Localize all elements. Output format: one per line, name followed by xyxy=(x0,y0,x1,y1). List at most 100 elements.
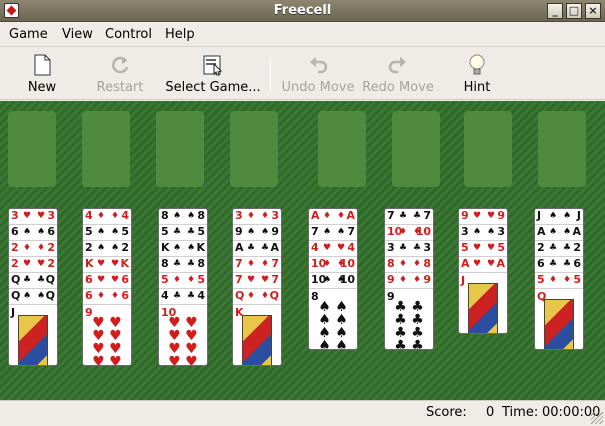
card-stacked[interactable]: 9 ♠ ♠ 9 xyxy=(233,225,281,241)
suit-icon: ♥ xyxy=(487,211,496,221)
card-top[interactable]: 9♥ ♥ ♥ ♥ ♥ ♥ ♥ ♥ 9 xyxy=(83,305,131,365)
card-top[interactable]: KK xyxy=(233,305,281,365)
card-stacked[interactable]: 5 ♥ ♥ 5 xyxy=(459,241,507,257)
card-stacked[interactable]: 3 ♥ ♥ 3 xyxy=(9,209,57,225)
maximize-button[interactable]: □ xyxy=(566,3,582,19)
card-stacked[interactable]: 7 ♦ ♦ 7 xyxy=(233,257,281,273)
hint-button[interactable]: Hint xyxy=(458,47,496,99)
card-rank-right: 5 xyxy=(573,273,581,286)
free-cell-1[interactable] xyxy=(8,111,56,187)
card-rank: Q xyxy=(11,273,21,286)
card-top[interactable]: 8♠ ♠ ♠ ♠ ♠ ♠ ♠ ♠ 8 xyxy=(309,289,357,349)
tableau-column-5[interactable]: A ♦ ♦ A 7 ♠ ♠ 7 4 ♥ ♥ 4 10 ♦ ♦ 10 10 ♠ ♠ 10 8 ♠ ♠ ♠ ♠ ♠ ♠ ♠ ♠… xyxy=(308,208,358,350)
card-stacked[interactable]: 6 ♥ ♥ 6 xyxy=(83,273,131,289)
card-top[interactable]: 9♣ ♣ ♣ ♣ ♣ ♣ ♣ ♣ 9 xyxy=(385,289,433,349)
card-stacked[interactable]: 2 ♣ ♣ 2 xyxy=(535,241,583,257)
card-stacked[interactable]: 3 ♠ ♠ 3 xyxy=(459,225,507,241)
card-stacked[interactable]: 8 ♠ ♠ 8 xyxy=(159,209,207,225)
card-stacked[interactable]: 5 ♦ ♦ 5 xyxy=(159,273,207,289)
new-button[interactable]: New xyxy=(20,47,64,99)
resize-grip[interactable] xyxy=(591,412,603,424)
card-top[interactable]: 10♥ ♥ ♥ ♥ ♥ ♥ ♥ ♥ 10 xyxy=(159,305,207,365)
card-stacked[interactable]: 5 ♠ ♠ 5 xyxy=(83,225,131,241)
suit-icon: ♦ xyxy=(247,211,256,221)
card-stacked[interactable]: 7 ♣ ♣ 7 xyxy=(385,209,433,225)
card-stacked[interactable]: 3 ♣ ♣ 3 xyxy=(385,241,433,257)
tableau-column-1[interactable]: 3♥♥36♠♠62♦♦22♥♥2Q♣♣QQ♠♠QJJ xyxy=(8,208,58,366)
card-stacked[interactable]: J ♠ ♠ J xyxy=(535,209,583,225)
free-cell-2[interactable] xyxy=(82,111,130,187)
card-stacked[interactable]: 2 ♠ ♠ 2 xyxy=(83,241,131,257)
card-rank-right: 4 xyxy=(197,289,205,302)
undo-move-button[interactable]: Undo Move xyxy=(280,47,356,99)
card-stacked[interactable]: 10 ♦ ♦ 10 xyxy=(309,257,357,273)
foundation-3[interactable] xyxy=(464,111,512,187)
card-top[interactable]: JJ xyxy=(9,305,57,365)
suit-icon: ♥ xyxy=(487,243,496,253)
card-stacked[interactable]: A ♣ ♣ A xyxy=(233,241,281,257)
suit-icon: ♥ xyxy=(97,259,106,269)
minimize-button[interactable]: _ xyxy=(547,3,563,19)
card-stacked[interactable]: 2 ♦ ♦ 2 xyxy=(9,241,57,257)
close-button[interactable]: × xyxy=(585,3,601,19)
tableau-column-2[interactable]: 4 ♦ ♦ 4 5 ♠ ♠ 5 2 ♠ ♠ 2 K ♥ ♥ K 6 ♥ ♥ 6 6 ♦ ♦ 6 9 ♥ ♥ ♥ ♥ ♥ ♥ ♥ ♥… xyxy=(82,208,132,366)
card-stacked[interactable]: 7 ♥ ♥ 7 xyxy=(233,273,281,289)
card-top[interactable]: JJ xyxy=(459,273,507,333)
suit-icon: ♥ xyxy=(23,211,32,221)
card-stacked[interactable]: Q ♣ ♣ Q xyxy=(9,273,57,289)
menu-help[interactable]: Help xyxy=(165,27,195,42)
redo-icon xyxy=(386,53,410,77)
card-stacked[interactable]: 10 ♠ ♠ 10 xyxy=(309,273,357,289)
card-stacked[interactable]: 2 ♥ ♥ 2 xyxy=(9,257,57,273)
card-stacked[interactable]: 7 ♠ ♠ 7 xyxy=(309,225,357,241)
card-stacked[interactable]: K ♠ ♠ K xyxy=(159,241,207,257)
card-stacked[interactable]: 6 ♦ ♦ 6 xyxy=(83,289,131,305)
card-rank-right: 7 xyxy=(347,225,355,238)
menu-control[interactable]: Control xyxy=(105,27,152,42)
card-stacked[interactable]: 10 ♦ ♦ 10 xyxy=(385,225,433,241)
redo-move-button[interactable]: Redo Move xyxy=(362,47,434,99)
card-stacked[interactable]: 6 ♠ ♠ 6 xyxy=(9,225,57,241)
suit-icon: ♣ xyxy=(173,291,182,301)
card-stacked[interactable]: K ♥ ♥ K xyxy=(83,257,131,273)
card-stacked[interactable]: 4 ♦ ♦ 4 xyxy=(83,209,131,225)
card-stacked[interactable]: Q ♦ ♦ Q xyxy=(233,289,281,305)
foundation-2[interactable] xyxy=(392,111,440,187)
card-stacked[interactable]: 3 ♦ ♦ 3 xyxy=(233,209,281,225)
card-stacked[interactable]: 8 ♦ ♦ 8 xyxy=(385,257,433,273)
card-rank-right: Q xyxy=(45,289,55,302)
card-stacked[interactable]: 5 ♦ ♦ 5 xyxy=(535,273,583,289)
card-stacked[interactable]: Q ♠ ♠ Q xyxy=(9,289,57,305)
card-stacked[interactable]: A ♦ ♦ A xyxy=(309,209,357,225)
card-stacked[interactable]: 9 ♦ ♦ 9 xyxy=(385,273,433,289)
game-board[interactable]: 3♥♥36♠♠62♦♦22♥♥2Q♣♣QQ♠♠QJJ4♦♦45♠♠52♠♠2K♥… xyxy=(0,101,605,400)
tableau-column-4[interactable]: 3♦♦39♠♠9A♣♣A7♦♦77♥♥7Q♦♦QKK xyxy=(232,208,282,366)
foundation-1[interactable] xyxy=(318,111,366,187)
toolbar: New Restart Select Game... Undo Move Red… xyxy=(0,47,605,100)
tableau-column-8[interactable]: J♠♠JA♠♠A2♣♣26♣♣65♦♦5QQ xyxy=(534,208,584,350)
free-cell-3[interactable] xyxy=(156,111,204,187)
free-cell-4[interactable] xyxy=(230,111,278,187)
card-stacked[interactable]: 6 ♣ ♣ 6 xyxy=(535,257,583,273)
foundation-4[interactable] xyxy=(538,111,586,187)
tableau-column-3[interactable]: 8 ♠ ♠ 8 5 ♣ ♣ 5 K ♠ ♠ K 8 ♣ ♣ 8 5 ♦ ♦ 5 4 ♣ ♣ 4 10 ♥ ♥ ♥ ♥ ♥ ♥ ♥ … xyxy=(158,208,208,366)
card-stacked[interactable]: A ♠ ♠ A xyxy=(535,225,583,241)
select-game-button[interactable]: Select Game... xyxy=(163,47,263,99)
card-rank-right: 7 xyxy=(271,257,279,270)
tableau-column-6[interactable]: 7♣♣710♦♦103♣♣38♦♦89♦♦99♣ ♣ ♣ ♣ ♣ ♣ ♣ ♣ 9 xyxy=(384,208,434,350)
card-stacked[interactable]: 5 ♣ ♣ 5 xyxy=(159,225,207,241)
tableau-column-7[interactable]: 9♥♥93♠♠35♥♥5A♥♥AJJ xyxy=(458,208,508,334)
card-rank: A xyxy=(235,241,244,254)
card-stacked[interactable]: 4 ♥ ♥ 4 xyxy=(309,241,357,257)
card-stacked[interactable]: 4 ♣ ♣ 4 xyxy=(159,289,207,305)
suit-icon: ♣ xyxy=(187,291,196,301)
card-top[interactable]: QQ xyxy=(535,289,583,349)
suit-icon: ♥ xyxy=(473,259,482,269)
card-stacked[interactable]: 9 ♥ ♥ 9 xyxy=(459,209,507,225)
card-stacked[interactable]: A ♥ ♥ A xyxy=(459,257,507,273)
court-card-icon xyxy=(242,315,272,365)
card-stacked[interactable]: 8 ♣ ♣ 8 xyxy=(159,257,207,273)
menu-game[interactable]: Game xyxy=(9,27,48,42)
restart-button[interactable]: Restart xyxy=(92,47,148,99)
menu-view[interactable]: View xyxy=(62,27,93,42)
